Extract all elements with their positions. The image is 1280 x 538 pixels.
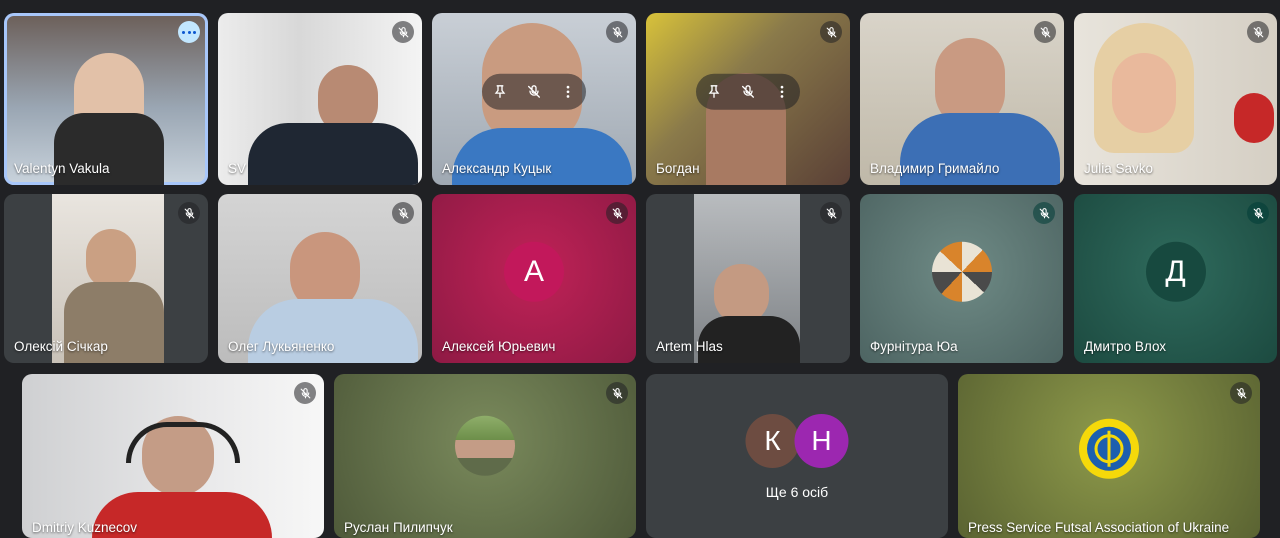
- participant-name: Dmitriy Kuznecov: [32, 520, 138, 535]
- muted-mic-icon: [178, 202, 200, 224]
- participant-video: [714, 264, 769, 324]
- tile-hover-controls: [482, 73, 586, 110]
- participant-name: Valentyn Vakula: [14, 161, 110, 176]
- avatar: [1079, 418, 1139, 479]
- participant-video: [1234, 93, 1274, 143]
- participant-name: Press Service Futsal Association of Ukra…: [968, 520, 1230, 535]
- tile-hover-controls: [696, 73, 800, 110]
- muted-mic-icon: [1034, 21, 1056, 43]
- participant-name: Дмитро Влох: [1084, 339, 1167, 354]
- muted-mic-icon: [820, 21, 842, 43]
- participant-video: [1112, 53, 1176, 133]
- muted-mic-icon: [820, 202, 842, 224]
- avatar: Д: [1145, 241, 1206, 302]
- participant-video: [126, 422, 240, 463]
- participant-name: Олексій Січкар: [14, 339, 108, 354]
- avatar: [931, 241, 992, 302]
- participant-name: Фурнітура Юа: [870, 339, 958, 354]
- muted-mic-icon: [606, 21, 628, 43]
- others-tile[interactable]: К Н Ще 6 осіб: [646, 374, 948, 538]
- others-count-label: Ще 6 осіб: [765, 484, 829, 500]
- participant-video: [86, 229, 136, 289]
- participant-name: Artem Hlas: [656, 339, 723, 354]
- muted-mic-icon: [392, 202, 414, 224]
- participant-video: [248, 123, 418, 185]
- participant-name: Руслан Пилипчук: [344, 520, 453, 535]
- participant-name: Олег Лукьяненко: [228, 339, 335, 354]
- participant-tile-artem-hlas[interactable]: Artem Hlas: [646, 194, 850, 363]
- participant-name: Алексей Юрьевич: [442, 339, 556, 354]
- muted-mic-icon: [1033, 202, 1055, 224]
- others-avatars: К Н: [745, 414, 849, 468]
- participant-tile-oleh-lukianenko[interactable]: Олег Лукьяненко: [218, 194, 422, 363]
- participant-tile-dmytro-vlokh[interactable]: Д Дмитро Влох: [1074, 194, 1277, 363]
- pin-icon[interactable]: [492, 84, 508, 100]
- participant-video: [452, 128, 632, 185]
- more-options-icon[interactable]: [774, 84, 790, 100]
- pin-icon[interactable]: [706, 84, 722, 100]
- participant-tile-furnitura-yua[interactable]: Фурнітура Юа: [860, 194, 1063, 363]
- muted-mic-icon: [606, 382, 628, 404]
- participant-tile-julia-savko[interactable]: Julia Savko: [1074, 13, 1277, 185]
- participant-tile-volodymyr-hrymailo[interactable]: Владимир Гримайло: [860, 13, 1064, 185]
- futsal-association-logo-icon: [1087, 426, 1131, 471]
- more-options-icon[interactable]: [178, 21, 200, 43]
- participant-tile-press-service-futsal[interactable]: Press Service Futsal Association of Ukra…: [958, 374, 1260, 538]
- participant-tile-aleksei-yurievich[interactable]: А Алексей Юрьевич: [432, 194, 636, 363]
- participant-name: Богдан: [656, 161, 700, 176]
- muted-mic-icon: [392, 21, 414, 43]
- participant-tile-bohdan[interactable]: Богдан: [646, 13, 850, 185]
- mute-participant-icon[interactable]: [740, 84, 756, 100]
- muted-mic-icon: [294, 382, 316, 404]
- avatar: К: [745, 414, 800, 468]
- avatar: Н: [794, 414, 849, 468]
- participant-name: Владимир Гримайло: [870, 161, 1000, 176]
- participant-tile-dmitriy-kuznecov[interactable]: Dmitriy Kuznecov: [22, 374, 324, 538]
- more-options-icon[interactable]: [560, 84, 576, 100]
- participant-name: Julia Savko: [1084, 161, 1154, 176]
- muted-mic-icon: [1247, 202, 1269, 224]
- avatar: А: [504, 241, 564, 302]
- avatar: [455, 415, 515, 476]
- muted-mic-icon: [1230, 382, 1252, 404]
- participant-tile-oleksii-sichkar[interactable]: Олексій Січкар: [4, 194, 208, 363]
- participant-tile-sv[interactable]: SV: [218, 13, 422, 185]
- participant-tile-valentyn-vakula[interactable]: Valentyn Vakula: [4, 13, 208, 185]
- participant-name: SV: [228, 161, 247, 176]
- muted-mic-icon: [606, 202, 628, 224]
- mute-participant-icon[interactable]: [526, 84, 542, 100]
- muted-mic-icon: [1247, 21, 1269, 43]
- participant-tile-aleksandr-kutsyk[interactable]: Александр Куцык: [432, 13, 636, 185]
- participant-name: Александр Куцык: [442, 161, 552, 176]
- participant-tile-ruslan-pylypchuk[interactable]: Руслан Пилипчук: [334, 374, 636, 538]
